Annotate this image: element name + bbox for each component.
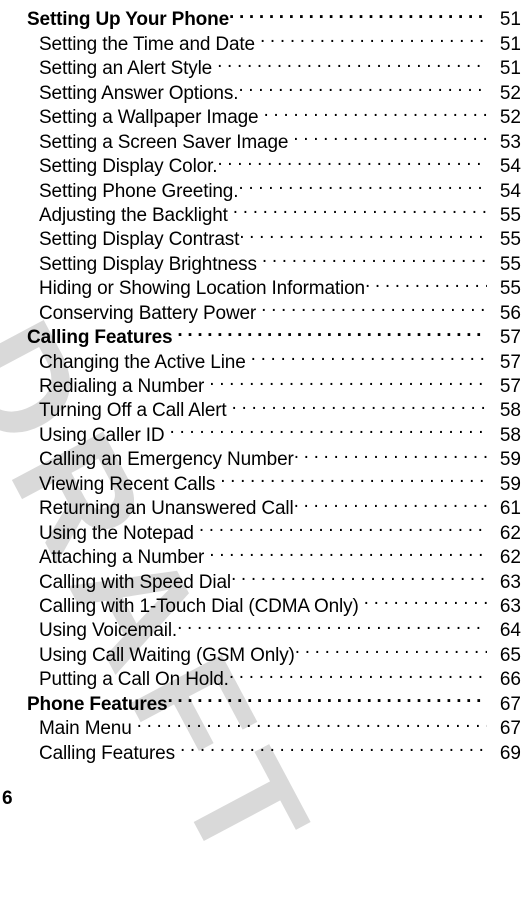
dot-leader — [137, 710, 487, 734]
dot-leader — [232, 392, 487, 416]
dot-leader — [229, 1, 487, 25]
table-of-contents: Setting Up Your Phone51Setting the Time … — [0, 0, 531, 764]
toc-entry-page-number: 55 — [499, 253, 521, 275]
toc-entry-label: Setting Display Contrast — [39, 229, 240, 251]
toc-entry-label: Redialing a Number — [39, 376, 205, 397]
dot-leader — [365, 270, 487, 294]
dot-leader — [262, 245, 487, 269]
toc-entry-page-number: 63 — [499, 571, 521, 593]
toc-entry-page-number: 55 — [499, 278, 521, 300]
dot-leader — [294, 490, 487, 514]
toc-entry-page-number: 59 — [499, 473, 521, 495]
toc-entry-page-number: 52 — [499, 107, 521, 129]
toc-entry-label: Setting Answer Options. — [39, 82, 239, 104]
toc-entry-page-number: 53 — [499, 131, 521, 153]
dot-leader — [251, 343, 487, 367]
toc-entry-label: Adjusting the Backlight — [39, 204, 228, 226]
dot-leader — [294, 441, 487, 465]
dot-leader — [217, 148, 487, 172]
toc-entry-page-number: 56 — [499, 302, 521, 324]
toc-entry-label: Calling Features — [27, 327, 173, 349]
toc-entry-page-number: 69 — [499, 742, 521, 764]
dot-leader — [238, 74, 487, 98]
dot-leader — [220, 465, 487, 489]
toc-entry-label: Setting Up Your Phone — [27, 9, 229, 31]
toc-entry-page-number: 58 — [499, 424, 521, 446]
toc-entry-page-number: 57 — [499, 327, 521, 349]
toc-entry-page-number: 62 — [499, 547, 521, 569]
toc-entry-label: Setting Phone Greeting. — [39, 180, 239, 202]
toc-entry-page-number: 59 — [499, 449, 521, 471]
toc-entry-label: Viewing Recent Calls — [39, 473, 216, 495]
toc-entry-label: Setting Display Brightness — [39, 253, 257, 275]
toc-entry-label: Calling Features — [39, 742, 175, 764]
toc-entry-page-number: 54 — [499, 156, 521, 178]
toc-entry-page-number: 51 — [499, 58, 521, 80]
toc-entry-page-number: 58 — [499, 400, 521, 422]
dot-leader — [209, 368, 487, 392]
toc-entry-label: Setting an Alert Style — [39, 58, 213, 80]
dot-leader — [231, 563, 487, 587]
dot-leader — [295, 636, 487, 660]
dot-leader — [233, 197, 487, 221]
toc-entry-label: Using Caller ID — [39, 424, 165, 446]
toc-entry-page-number: 55 — [499, 204, 521, 226]
toc-entry-page-number: 51 — [499, 33, 521, 55]
toc-entry-page-number: 54 — [499, 180, 521, 202]
toc-entry-page-number: 61 — [499, 498, 521, 520]
toc-entry-page-number: 52 — [499, 82, 521, 104]
toc-entry-page-number: 64 — [499, 620, 521, 642]
dot-leader — [199, 514, 487, 538]
dot-leader — [170, 416, 487, 440]
toc-entry-label: Using the Notepad — [39, 522, 194, 544]
dot-leader — [177, 612, 487, 636]
toc-entry-label: Calling with Speed Dial — [39, 571, 231, 593]
dot-leader — [261, 294, 487, 318]
toc-entry-page-number: 65 — [499, 644, 521, 666]
dot-leader — [209, 539, 487, 563]
dot-leader — [177, 319, 487, 343]
toc-entry-page-number: 62 — [499, 522, 521, 544]
toc-section-row[interactable]: Setting Up Your Phone 51 — [0, 1, 531, 30]
dot-leader — [238, 172, 487, 196]
toc-entry-label: Main Menu — [39, 718, 132, 740]
dot-leader — [229, 661, 487, 685]
toc-entry-label: Attaching a Number — [39, 547, 205, 569]
dot-leader — [217, 50, 487, 74]
dot-leader — [364, 588, 487, 612]
toc-entry-page-number: 57 — [499, 376, 521, 397]
toc-entry-label: Setting Display Color. — [39, 156, 218, 178]
page-number-folio: 6 — [2, 788, 13, 809]
dot-leader — [239, 221, 487, 245]
toc-entry-page-number: 55 — [499, 229, 521, 251]
dot-leader — [260, 25, 487, 49]
toc-entry-page-number: 51 — [499, 9, 521, 31]
toc-entry-page-number: 67 — [499, 718, 521, 740]
toc-entry-page-number: 66 — [499, 669, 521, 691]
toc-entry-page-number: 63 — [499, 595, 521, 617]
toc-entry-page-number: 67 — [499, 693, 521, 715]
dot-leader — [263, 99, 487, 123]
toc-entry-label: Using Voicemail. — [39, 620, 178, 642]
dot-leader — [180, 734, 487, 758]
toc-entry-page-number: 57 — [499, 351, 521, 373]
dot-leader — [167, 685, 487, 709]
dot-leader — [293, 123, 487, 147]
toc-entry-label: Setting a Wallpaper Image — [39, 107, 259, 129]
